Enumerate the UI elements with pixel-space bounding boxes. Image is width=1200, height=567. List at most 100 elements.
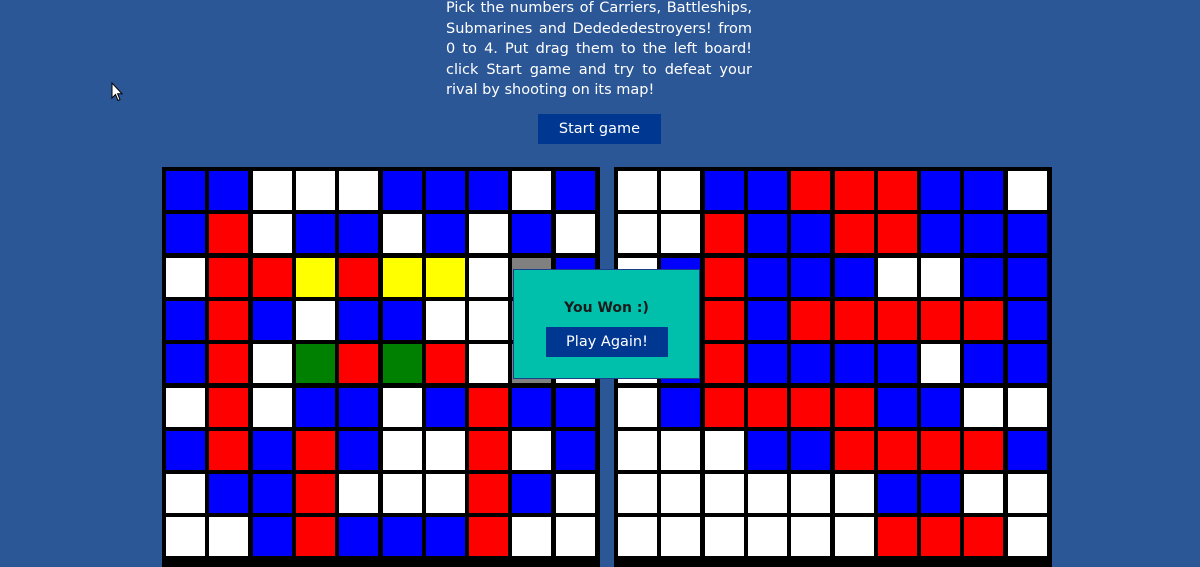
board-cell[interactable] — [339, 344, 378, 383]
board-cell[interactable] — [253, 431, 292, 470]
board-cell[interactable] — [1008, 474, 1047, 513]
board-cell[interactable] — [921, 431, 960, 470]
board-cell[interactable] — [878, 214, 917, 253]
board-cell[interactable] — [556, 431, 595, 470]
board-cell[interactable] — [512, 171, 551, 210]
board-cell[interactable] — [618, 171, 657, 210]
board-cell[interactable] — [512, 431, 551, 470]
board-cell[interactable] — [964, 388, 1003, 427]
board-cell[interactable] — [253, 258, 292, 297]
board-cell[interactable] — [835, 388, 874, 427]
board-cell[interactable] — [791, 344, 830, 383]
board-cell[interactable] — [253, 388, 292, 427]
board-cell[interactable] — [339, 431, 378, 470]
board-cell[interactable] — [426, 517, 465, 556]
board-cell[interactable] — [705, 258, 744, 297]
board-cell[interactable] — [1008, 301, 1047, 340]
board-cell[interactable] — [209, 258, 248, 297]
board-cell[interactable] — [426, 431, 465, 470]
board-cell[interactable] — [339, 474, 378, 513]
board-cell[interactable] — [512, 474, 551, 513]
board-cell[interactable] — [339, 517, 378, 556]
board-cell[interactable] — [253, 517, 292, 556]
board-cell[interactable] — [835, 517, 874, 556]
board-cell[interactable] — [878, 517, 917, 556]
board-cell[interactable] — [661, 431, 700, 470]
board-cell[interactable] — [512, 517, 551, 556]
board-cell[interactable] — [705, 431, 744, 470]
board-cell[interactable] — [748, 517, 787, 556]
board-cell[interactable] — [748, 258, 787, 297]
board-cell[interactable] — [618, 214, 657, 253]
board-cell[interactable] — [556, 474, 595, 513]
board-cell[interactable] — [253, 171, 292, 210]
board-cell[interactable] — [426, 214, 465, 253]
start-game-button[interactable]: Start game — [538, 114, 661, 144]
board-cell[interactable] — [296, 214, 335, 253]
board-cell[interactable] — [426, 301, 465, 340]
board-cell[interactable] — [556, 171, 595, 210]
board-cell[interactable] — [383, 258, 422, 297]
board-cell[interactable] — [878, 258, 917, 297]
board-cell[interactable] — [964, 214, 1003, 253]
board-cell[interactable] — [512, 388, 551, 427]
board-cell[interactable] — [791, 214, 830, 253]
board-cell[interactable] — [296, 171, 335, 210]
board-cell[interactable] — [296, 301, 335, 340]
board-cell[interactable] — [296, 474, 335, 513]
board-cell[interactable] — [791, 171, 830, 210]
board-cell[interactable] — [921, 344, 960, 383]
board-cell[interactable] — [705, 474, 744, 513]
board-cell[interactable] — [383, 171, 422, 210]
board-cell[interactable] — [1008, 344, 1047, 383]
board-cell[interactable] — [426, 388, 465, 427]
board-cell[interactable] — [1008, 214, 1047, 253]
board-cell[interactable] — [748, 171, 787, 210]
board-cell[interactable] — [618, 474, 657, 513]
board-cell[interactable] — [339, 171, 378, 210]
board-cell[interactable] — [339, 258, 378, 297]
board-cell[interactable] — [791, 301, 830, 340]
board-cell[interactable] — [791, 258, 830, 297]
board-cell[interactable] — [618, 517, 657, 556]
board-cell[interactable] — [166, 258, 205, 297]
board-cell[interactable] — [705, 388, 744, 427]
board-cell[interactable] — [166, 344, 205, 383]
board-cell[interactable] — [209, 171, 248, 210]
board-cell[interactable] — [339, 214, 378, 253]
board-cell[interactable] — [209, 301, 248, 340]
board-cell[interactable] — [209, 388, 248, 427]
board-cell[interactable] — [964, 171, 1003, 210]
board-cell[interactable] — [878, 431, 917, 470]
board-cell[interactable] — [1008, 171, 1047, 210]
board-cell[interactable] — [748, 214, 787, 253]
board-cell[interactable] — [748, 431, 787, 470]
board-cell[interactable] — [878, 171, 917, 210]
board-cell[interactable] — [921, 214, 960, 253]
board-cell[interactable] — [878, 301, 917, 340]
board-cell[interactable] — [878, 388, 917, 427]
board-cell[interactable] — [661, 171, 700, 210]
board-cell[interactable] — [166, 171, 205, 210]
board-cell[interactable] — [166, 301, 205, 340]
board-cell[interactable] — [209, 474, 248, 513]
board-cell[interactable] — [964, 474, 1003, 513]
board-cell[interactable] — [964, 431, 1003, 470]
board-cell[interactable] — [383, 301, 422, 340]
board-cell[interactable] — [469, 517, 508, 556]
board-cell[interactable] — [166, 474, 205, 513]
board-cell[interactable] — [556, 388, 595, 427]
board-cell[interactable] — [253, 214, 292, 253]
board-cell[interactable] — [1008, 517, 1047, 556]
board-cell[interactable] — [426, 474, 465, 513]
board-cell[interactable] — [705, 301, 744, 340]
board-cell[interactable] — [748, 388, 787, 427]
board-cell[interactable] — [661, 474, 700, 513]
board-cell[interactable] — [296, 517, 335, 556]
board-cell[interactable] — [469, 431, 508, 470]
board-cell[interactable] — [166, 431, 205, 470]
board-cell[interactable] — [253, 474, 292, 513]
board-cell[interactable] — [705, 344, 744, 383]
board-cell[interactable] — [383, 431, 422, 470]
board-cell[interactable] — [512, 214, 551, 253]
